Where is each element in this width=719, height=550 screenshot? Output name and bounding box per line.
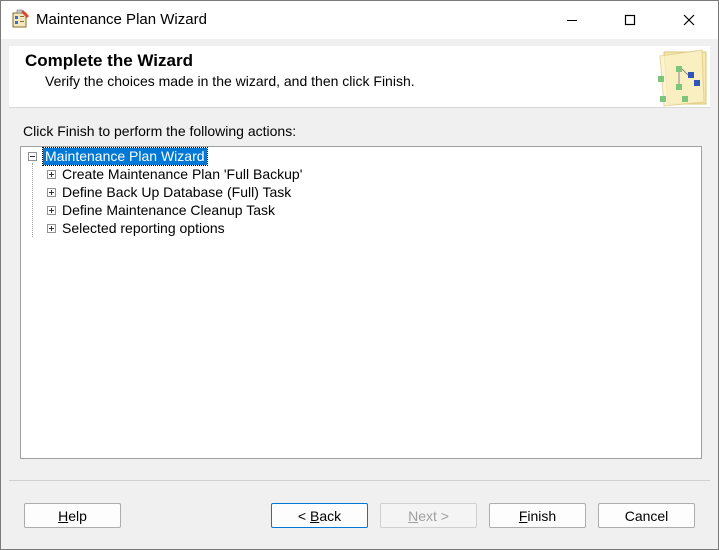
finish-button[interactable]: Finish [489, 503, 586, 528]
wizard-header: Complete the Wizard Verify the choices m… [9, 46, 710, 108]
close-icon [683, 14, 695, 26]
maximize-button[interactable] [601, 1, 659, 39]
title-bar[interactable]: Maintenance Plan Wizard [1, 1, 718, 39]
wizard-app-icon [11, 9, 31, 29]
next-mnemonic: N [408, 507, 419, 524]
expand-icon[interactable] [47, 187, 56, 197]
back-prefix: < [297, 507, 310, 524]
tree-root-label[interactable]: Maintenance Plan Wizard [42, 146, 208, 166]
expand-icon[interactable] [47, 223, 56, 233]
tree-root-node[interactable]: Maintenance Plan Wizard [28, 146, 208, 166]
maximize-icon [624, 14, 636, 26]
actions-label: Click Finish to perform the following ac… [23, 123, 297, 139]
next-label-rest: ext > [418, 507, 449, 524]
page-subtitle: Verify the choices made in the wizard, a… [45, 73, 415, 89]
expand-icon[interactable] [47, 205, 56, 215]
expand-icon[interactable] [47, 169, 56, 179]
wizard-window: Maintenance Plan Wizard Complete the Wiz… [0, 0, 719, 550]
tree-node[interactable]: Selected reporting options [47, 219, 225, 237]
tree-node[interactable]: Define Back Up Database (Full) Task [47, 183, 291, 201]
tree-node[interactable]: Define Maintenance Cleanup Task [47, 201, 275, 219]
window-title: Maintenance Plan Wizard [36, 11, 207, 28]
tree-node-label[interactable]: Create Maintenance Plan 'Full Backup' [62, 166, 302, 183]
finish-mnemonic: F [518, 507, 528, 524]
footer-separator [9, 480, 710, 481]
tree-node-label[interactable]: Define Maintenance Cleanup Task [62, 202, 275, 219]
help-mnemonic: H [58, 507, 69, 524]
wizard-header-art [654, 46, 710, 107]
cancel-label: Cancel [624, 507, 669, 524]
back-button[interactable]: < Back [271, 503, 368, 528]
back-label-rest: ack [319, 507, 342, 524]
collapse-icon[interactable] [28, 151, 37, 161]
minimize-icon [567, 20, 577, 21]
tree-node[interactable]: Create Maintenance Plan 'Full Backup' [47, 165, 302, 183]
cancel-button[interactable]: Cancel [598, 503, 695, 528]
tree-node-label[interactable]: Define Back Up Database (Full) Task [62, 184, 291, 201]
back-mnemonic: B [309, 507, 320, 524]
help-button[interactable]: Help [24, 503, 121, 528]
next-button[interactable]: Next > [380, 503, 477, 528]
tree-node-label[interactable]: Selected reporting options [62, 220, 225, 237]
help-label-rest: elp [68, 507, 87, 524]
finish-label-rest: inish [527, 507, 557, 524]
tree-connector-line [32, 163, 34, 237]
page-title: Complete the Wizard [25, 51, 193, 70]
minimize-button[interactable] [543, 1, 601, 39]
close-button[interactable] [660, 1, 718, 39]
